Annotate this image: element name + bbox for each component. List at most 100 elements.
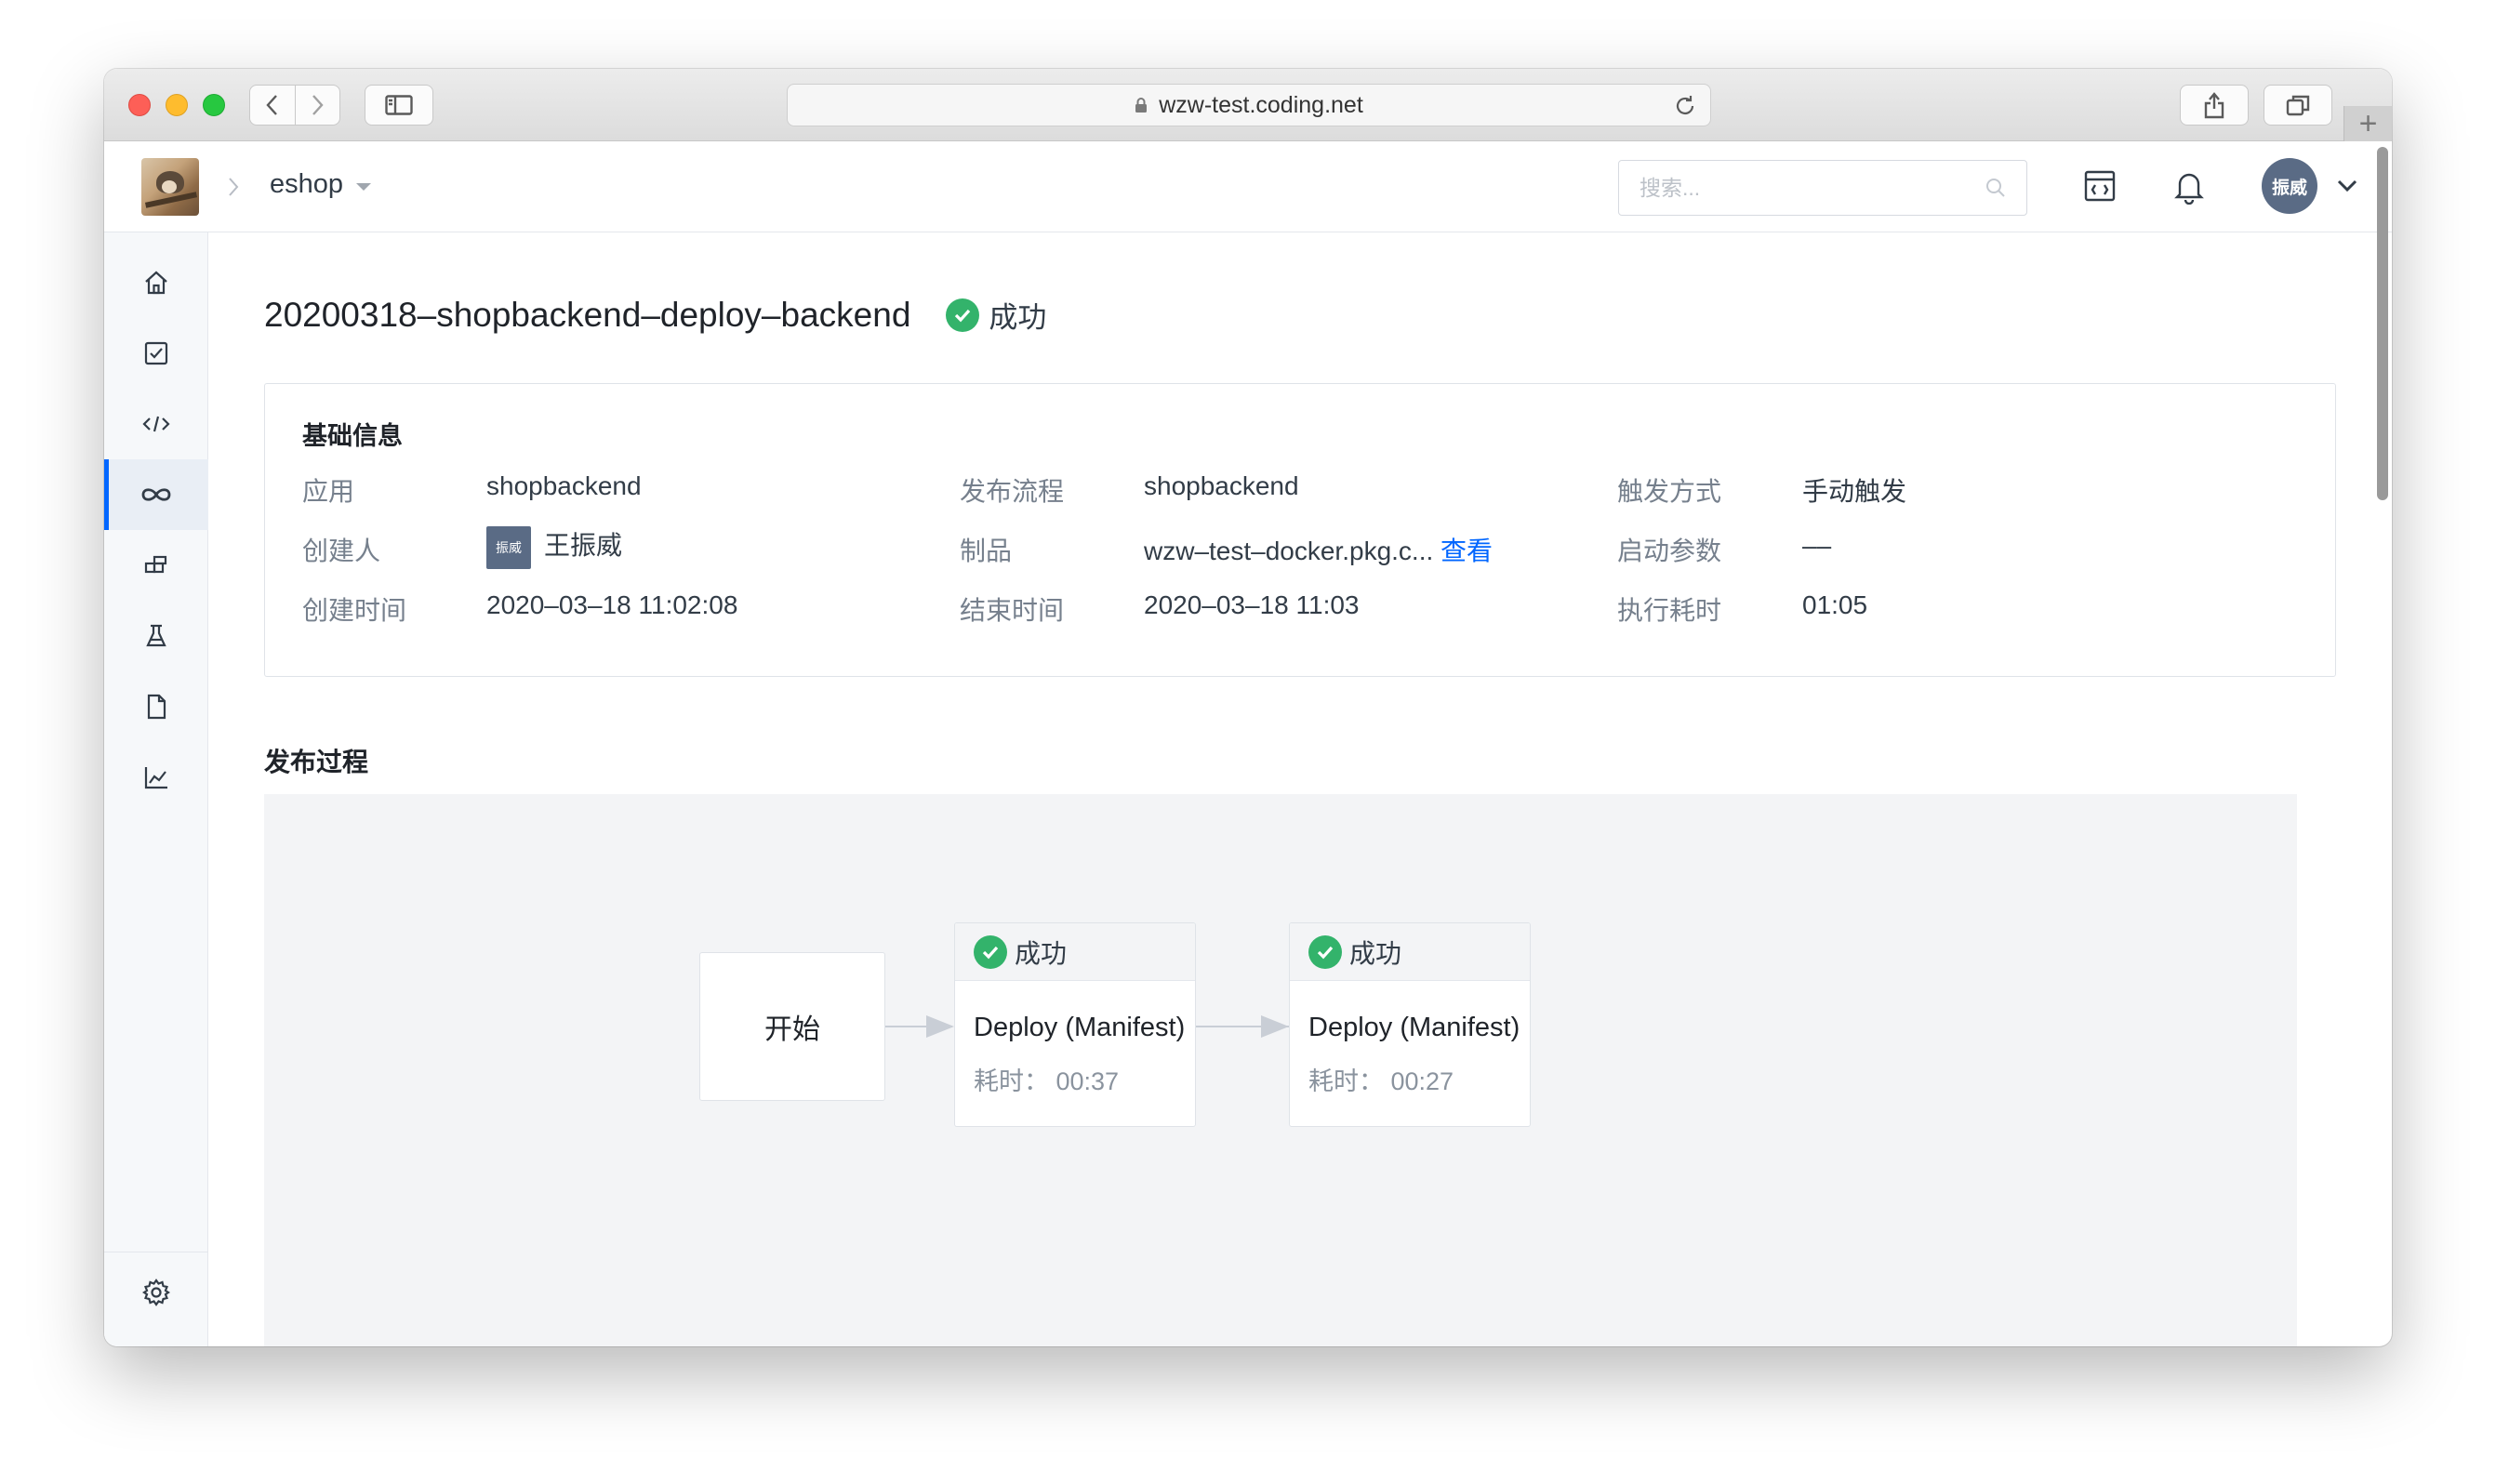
status-badge: 成功 bbox=[946, 294, 1046, 336]
chevron-down-icon bbox=[2337, 179, 2357, 192]
info-row-3: 创建时间 2020–03–18 11:02:08 结束时间 2020–03–18… bbox=[265, 590, 2335, 628]
duration-value: 01:05 bbox=[1802, 590, 1868, 619]
sidebar-item-deploy[interactable] bbox=[104, 459, 208, 530]
created-label: 创建时间 bbox=[302, 596, 407, 625]
chevron-right-icon bbox=[229, 178, 239, 196]
tabs-icon bbox=[2286, 95, 2310, 116]
chart-icon bbox=[144, 767, 167, 789]
reload-button[interactable] bbox=[1673, 94, 1697, 125]
sidebar bbox=[104, 232, 208, 1346]
trigger-label: 触发方式 bbox=[1617, 477, 1722, 506]
sidebar-item-stats[interactable] bbox=[104, 742, 208, 813]
creator-avatar: 振威 bbox=[486, 525, 531, 569]
artifact-icon bbox=[144, 555, 167, 574]
stage-duration: 耗时： 00:37 bbox=[974, 1067, 1120, 1095]
chevron-right-icon bbox=[312, 95, 324, 115]
user-avatar[interactable]: 振威 bbox=[2262, 158, 2317, 214]
minimize-window-button[interactable] bbox=[166, 94, 188, 116]
flow-value: shopbackend bbox=[1144, 471, 1299, 500]
start-node[interactable]: 开始 bbox=[699, 952, 885, 1101]
artifact-value: wzw–test–docker.pkg.c... bbox=[1144, 537, 1434, 565]
share-icon bbox=[2204, 92, 2224, 119]
sidebar-item-wiki[interactable] bbox=[104, 671, 208, 742]
caret-down-icon bbox=[356, 182, 372, 191]
stage-name: Deploy (Manifest) bbox=[974, 1013, 1186, 1042]
code-icon bbox=[142, 416, 170, 432]
zoom-window-button[interactable] bbox=[203, 94, 225, 116]
ended-value: 2020–03–18 11:03 bbox=[1144, 590, 1360, 619]
stage-node[interactable]: 成功 Deploy (Manifest) 耗时： 00:27 bbox=[1289, 922, 1531, 1127]
success-check-icon bbox=[1308, 934, 1342, 969]
task-check-icon bbox=[144, 341, 168, 365]
search-box[interactable] bbox=[1618, 160, 2027, 216]
project-name: eshop bbox=[270, 169, 344, 199]
app-value: shopbackend bbox=[486, 471, 642, 500]
new-tab-button[interactable]: + bbox=[2343, 106, 2392, 141]
workspace-button[interactable] bbox=[2083, 169, 2117, 207]
process-title: 发布过程 bbox=[264, 748, 369, 776]
notifications-button[interactable] bbox=[2172, 169, 2206, 209]
params-value: –– bbox=[1802, 531, 1832, 560]
back-button[interactable] bbox=[250, 86, 295, 125]
sidebar-item-testing[interactable] bbox=[104, 601, 208, 671]
sidebar-item-tasks[interactable] bbox=[104, 318, 208, 389]
breadcrumb-separator bbox=[227, 175, 240, 204]
app-label: 应用 bbox=[302, 477, 355, 506]
info-row-2: 创建人 振威 王振威 制品 wzw–test–docker.pkg.c... 查看… bbox=[265, 525, 2335, 569]
creator-value-group: 振威 王振威 bbox=[486, 525, 622, 569]
main-content: 20200318–shopbackend–deploy–backend 成功 基… bbox=[208, 232, 2375, 1346]
url-text: wzw-test.coding.net bbox=[1159, 91, 1363, 118]
gear-icon bbox=[142, 1279, 170, 1306]
basic-info-title: 基础信息 bbox=[302, 422, 403, 450]
success-check-icon bbox=[946, 298, 980, 332]
infinity-icon bbox=[141, 488, 171, 501]
sidebar-expand-button[interactable] bbox=[104, 1339, 208, 1346]
sidebar-item-settings[interactable] bbox=[104, 1257, 208, 1328]
stage-header: 成功 bbox=[1290, 923, 1530, 981]
artifact-view-link[interactable]: 查看 bbox=[1441, 537, 1493, 565]
scrollbar-thumb[interactable] bbox=[2377, 147, 2388, 500]
stage-status: 成功 bbox=[1015, 938, 1068, 968]
sidebar-item-code[interactable] bbox=[104, 389, 208, 459]
page-title-row: 20200318–shopbackend–deploy–backend 成功 bbox=[264, 294, 1046, 336]
artifact-value-group: wzw–test–docker.pkg.c... 查看 bbox=[1144, 531, 1493, 568]
info-row-1: 应用 shopbackend 发布流程 shopbackend 触发方式 手动触… bbox=[265, 471, 2335, 509]
browser-window: wzw-test.coding.net + eshop 搜索... 振威 202… bbox=[104, 69, 2392, 1346]
params-label: 启动参数 bbox=[1617, 537, 1722, 565]
trigger-value: 手动触发 bbox=[1802, 477, 1907, 506]
workspace-icon bbox=[2084, 170, 2116, 202]
sidebar-item-artifacts[interactable] bbox=[104, 530, 208, 601]
page-title: 20200318–shopbackend–deploy–backend bbox=[264, 295, 911, 334]
creator-label: 创建人 bbox=[302, 537, 381, 565]
bell-icon bbox=[2174, 173, 2204, 205]
search-input[interactable] bbox=[1640, 175, 1974, 201]
project-avatar[interactable] bbox=[141, 158, 199, 216]
lock-icon bbox=[1135, 98, 1148, 113]
flask-icon bbox=[146, 624, 166, 647]
arrow-icon bbox=[1261, 1015, 1289, 1038]
tabs-overview-button[interactable] bbox=[2264, 85, 2332, 126]
home-icon bbox=[145, 271, 167, 295]
address-bar[interactable]: wzw-test.coding.net bbox=[787, 84, 1711, 126]
arrow-icon bbox=[926, 1015, 954, 1038]
created-value: 2020–03–18 11:02:08 bbox=[486, 590, 738, 619]
stage-node[interactable]: 成功 Deploy (Manifest) 耗时： 00:37 bbox=[954, 922, 1196, 1127]
forward-button[interactable] bbox=[295, 86, 339, 125]
stage-duration: 耗时： 00:27 bbox=[1308, 1067, 1454, 1095]
artifact-label: 制品 bbox=[960, 537, 1013, 565]
chevron-left-icon bbox=[266, 95, 277, 115]
status-text: 成功 bbox=[989, 301, 1047, 334]
stage-header: 成功 bbox=[955, 923, 1195, 981]
sidebar-toggle-button[interactable] bbox=[365, 85, 433, 126]
stage-name: Deploy (Manifest) bbox=[1308, 1013, 1520, 1042]
share-button[interactable] bbox=[2180, 85, 2249, 126]
success-check-icon bbox=[974, 934, 1007, 969]
project-switcher[interactable]: eshop bbox=[270, 169, 372, 200]
close-window-button[interactable] bbox=[128, 94, 151, 116]
user-menu-button[interactable] bbox=[2336, 179, 2358, 198]
search-icon bbox=[1986, 179, 2005, 197]
stage-status: 成功 bbox=[1349, 938, 1402, 968]
basic-info-card: 基础信息 应用 shopbackend 发布流程 shopbackend 触发方… bbox=[264, 383, 2336, 677]
sidebar-item-home[interactable] bbox=[104, 247, 208, 318]
document-icon bbox=[147, 694, 166, 720]
